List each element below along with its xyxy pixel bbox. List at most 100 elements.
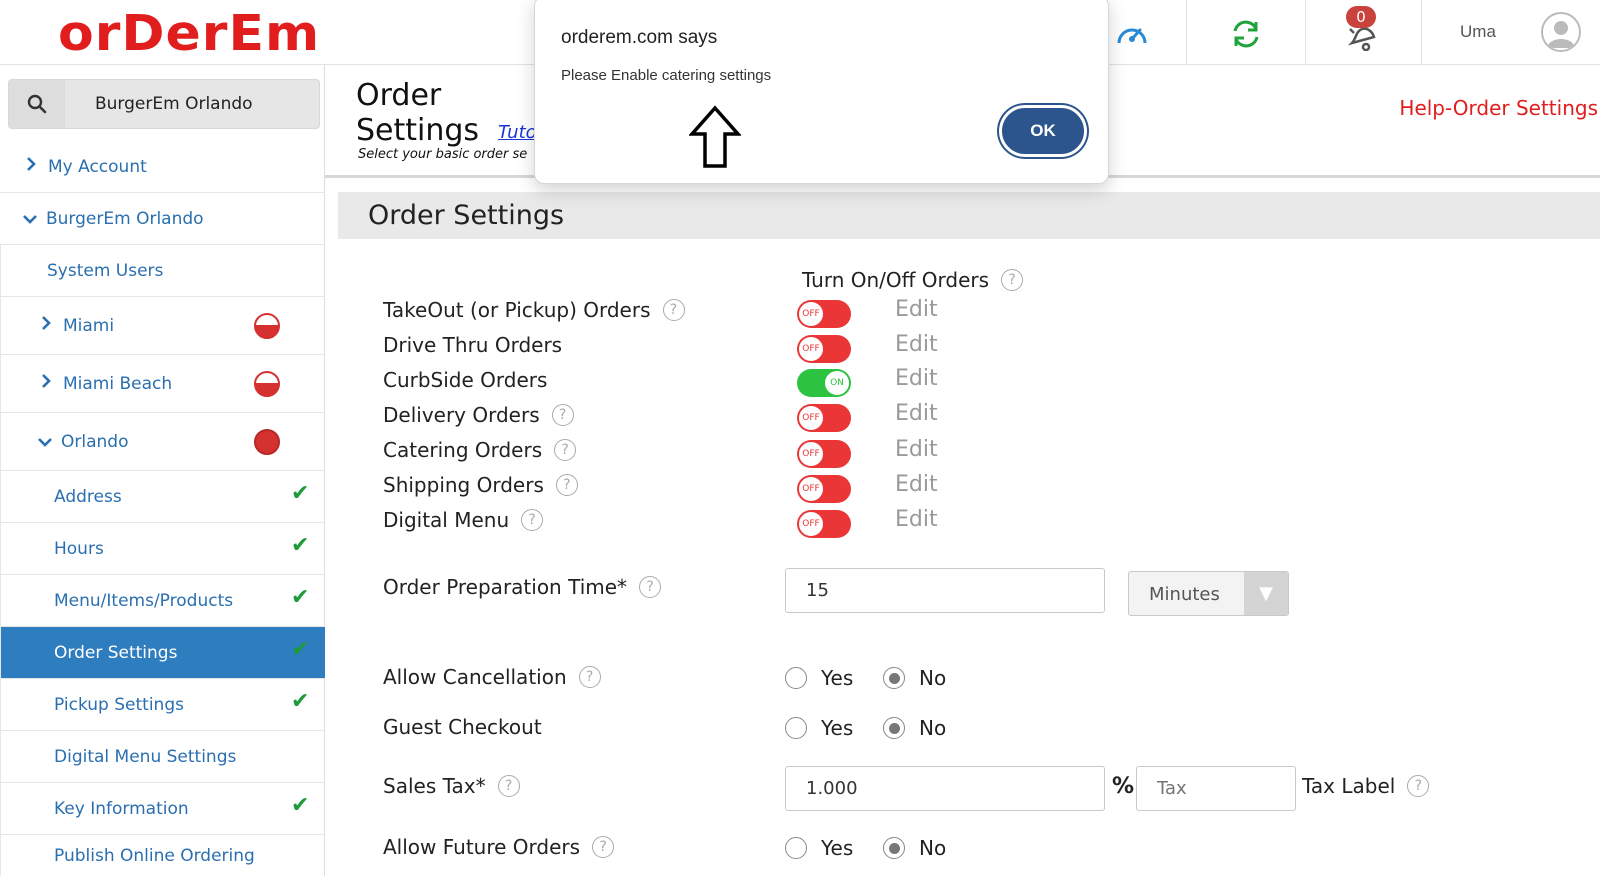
page-subtitle: Select your basic order se — [358, 147, 528, 162]
header-divider — [1421, 0, 1422, 64]
status-stop-icon — [254, 429, 280, 455]
sidebar-item-digital-menu-settings[interactable]: Digital Menu Settings — [0, 731, 325, 783]
sidebar-item-label: Miami — [63, 315, 115, 336]
sidebar-item-miami-beach[interactable]: Miami Beach — [0, 355, 325, 413]
alert-dialog: orderem.com says Please Enable catering … — [534, 0, 1109, 184]
status-closed-icon — [254, 371, 280, 397]
guest-checkout-no-radio[interactable]: No — [883, 716, 946, 740]
sales-tax-input[interactable] — [785, 766, 1105, 811]
sidebar-item-menu-items-products[interactable]: Menu/Items/Products ✔ — [0, 575, 325, 627]
allow-cancellation-yes-radio[interactable]: Yes — [785, 666, 853, 690]
catering-edit-link[interactable]: Edit — [895, 437, 938, 462]
tutorial-link[interactable]: Tuto — [498, 122, 537, 143]
user-name[interactable]: Uma — [1460, 22, 1496, 42]
radio-circle — [785, 667, 807, 689]
drive-thru-edit-link[interactable]: Edit — [895, 332, 938, 357]
allow-cancellation-no-radio[interactable]: No — [883, 666, 946, 690]
sidebar-item-label: Digital Menu Settings — [54, 746, 237, 767]
sidebar-item-label: Orlando — [61, 431, 129, 452]
sidebar-item-order-settings[interactable]: Order Settings ✔ — [0, 627, 325, 679]
help-icon[interactable]: ? — [1001, 269, 1024, 291]
digital-menu-toggle[interactable]: OFF — [797, 510, 851, 538]
help-order-settings-link[interactable]: Help-Order Settings — [1399, 96, 1598, 120]
help-icon[interactable]: ? — [592, 836, 615, 858]
toggle-knob: OFF — [798, 301, 824, 327]
checkmark-icon: ✔ — [291, 481, 310, 506]
dialog-ok-button[interactable]: OK — [999, 105, 1087, 157]
sidebar-item-address[interactable]: Address ✔ — [0, 471, 325, 523]
checkmark-icon: ✔ — [291, 637, 310, 662]
order-type-digital-menu: Digital Menu ? — [383, 508, 544, 532]
allow-future-yes-radio[interactable]: Yes — [785, 836, 853, 860]
radio-circle — [785, 717, 807, 739]
sidebar-item-hours[interactable]: Hours ✔ — [0, 523, 325, 575]
orderem-logo[interactable]: orDerEm — [58, 6, 320, 63]
radio-label: Yes — [821, 836, 854, 860]
radio-label: No — [919, 666, 947, 690]
delivery-edit-link[interactable]: Edit — [895, 401, 938, 426]
prep-time-unit-select[interactable]: Minutes ▼ — [1128, 571, 1289, 616]
prep-time-input[interactable] — [785, 568, 1105, 613]
avatar-icon[interactable] — [1541, 12, 1581, 52]
sidebar-item-my-account[interactable]: My Account — [0, 141, 325, 193]
sidebar-item-pickup-settings[interactable]: Pickup Settings ✔ — [0, 679, 325, 731]
help-icon[interactable]: ? — [497, 775, 520, 797]
help-icon[interactable]: ? — [554, 439, 577, 461]
sidebar-item-burgerem-orlando[interactable]: BurgerEm Orlando — [0, 193, 325, 245]
sidebar-item-publish-online-ordering[interactable]: Publish Online Ordering — [0, 835, 325, 876]
sidebar-item-orlando[interactable]: Orlando — [0, 413, 325, 471]
toggle-knob: OFF — [798, 476, 824, 502]
sidebar-item-label: Publish Online Ordering — [54, 845, 255, 866]
location-search-input[interactable] — [71, 80, 317, 128]
refresh-icon[interactable] — [1226, 14, 1266, 54]
chevron-right-icon — [39, 315, 53, 336]
chevron-right-icon — [39, 373, 53, 394]
sidebar-item-system-users[interactable]: System Users — [0, 245, 325, 297]
search-icon[interactable] — [9, 80, 65, 128]
sidebar-item-label: Pickup Settings — [54, 694, 184, 715]
curbside-toggle[interactable]: ON — [797, 369, 851, 397]
drive-thru-toggle[interactable]: OFF — [797, 335, 851, 363]
tax-label-input[interactable] — [1136, 766, 1296, 811]
help-icon[interactable]: ? — [521, 509, 544, 531]
sales-tax-label: Sales Tax* — [383, 774, 486, 798]
help-icon[interactable]: ? — [555, 474, 578, 496]
catering-toggle[interactable]: OFF — [797, 440, 851, 468]
dashboard-icon[interactable] — [1112, 14, 1152, 54]
order-type-label: CurbSide Orders — [383, 368, 548, 392]
sidebar-item-label: My Account — [48, 156, 147, 177]
toggle-knob: OFF — [798, 441, 824, 467]
notification-badge: 0 — [1346, 6, 1376, 28]
shipping-edit-link[interactable]: Edit — [895, 472, 938, 497]
turn-onoff-heading: Turn On/Off Orders ? — [802, 268, 1024, 292]
toggle-knob: OFF — [798, 405, 824, 431]
sidebar-item-key-information[interactable]: Key Information ✔ — [0, 783, 325, 835]
shipping-toggle[interactable]: OFF — [797, 475, 851, 503]
sidebar-item-miami[interactable]: Miami — [0, 297, 325, 355]
order-type-takeout: TakeOut (or Pickup) Orders ? — [383, 298, 685, 322]
digital-menu-edit-link[interactable]: Edit — [895, 507, 938, 532]
allow-cancellation-row: Allow Cancellation ? — [383, 665, 601, 689]
takeout-edit-link[interactable]: Edit — [895, 297, 938, 322]
sidebar-item-label: Key Information — [54, 798, 189, 819]
sidebar-item-label: Miami Beach — [63, 373, 173, 394]
guest-checkout-yes-radio[interactable]: Yes — [785, 716, 853, 740]
help-icon[interactable]: ? — [662, 299, 685, 321]
checkmark-icon: ✔ — [291, 793, 310, 818]
help-icon[interactable]: ? — [551, 404, 574, 426]
allow-future-orders-label: Allow Future Orders — [383, 835, 581, 859]
delivery-toggle[interactable]: OFF — [797, 404, 851, 432]
page-title-line: Order — [356, 78, 442, 113]
allow-future-orders-row: Allow Future Orders ? — [383, 835, 615, 859]
sidebar-item-label: BurgerEm Orlando — [46, 208, 204, 229]
sidebar-item-label: Hours — [54, 538, 104, 559]
order-type-label: Delivery Orders — [383, 403, 540, 427]
allow-future-no-radio[interactable]: No — [883, 836, 946, 860]
help-icon[interactable]: ? — [1407, 775, 1430, 797]
curbside-edit-link[interactable]: Edit — [895, 366, 938, 391]
order-type-shipping: Shipping Orders ? — [383, 473, 578, 497]
radio-label: Yes — [821, 716, 854, 740]
help-icon[interactable]: ? — [578, 666, 601, 688]
help-icon[interactable]: ? — [639, 576, 662, 598]
takeout-toggle[interactable]: OFF — [797, 300, 851, 328]
